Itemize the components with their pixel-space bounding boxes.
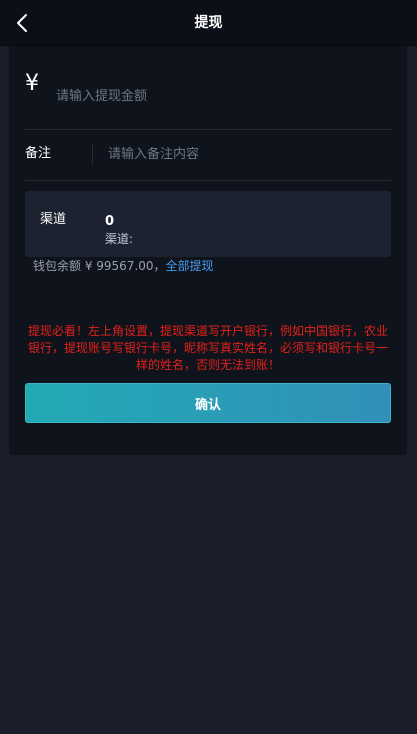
page-title: 提现 (194, 15, 223, 31)
channel-box[interactable]: 渠道 0 渠道: (25, 191, 391, 257)
wallet-balance-text: 钱包余额 ¥ 99567.00， (33, 259, 166, 273)
yuan-icon: ¥ (25, 71, 39, 96)
channel-sub-label: 渠道: (105, 232, 134, 246)
withdraw-warning: 提现必看！左上角设置，提现渠道写开户银行，例如中国银行，农业银行，提现账号写银行… (27, 324, 388, 372)
divider (25, 129, 391, 130)
divider (25, 180, 391, 181)
header-bar: 提现 (0, 0, 417, 46)
channel-value: 0 (105, 214, 115, 229)
note-separator (92, 144, 93, 164)
withdraw-all-link[interactable]: 全部提现 (166, 259, 214, 273)
amount-input[interactable] (56, 84, 376, 108)
wallet-balance: 钱包余额 ¥ 99567.00，全部提现 (33, 258, 214, 274)
note-input[interactable] (108, 143, 378, 165)
note-label: 备注 (25, 146, 52, 161)
confirm-button[interactable]: 确认 (25, 383, 391, 423)
channel-label: 渠道 (40, 212, 67, 227)
